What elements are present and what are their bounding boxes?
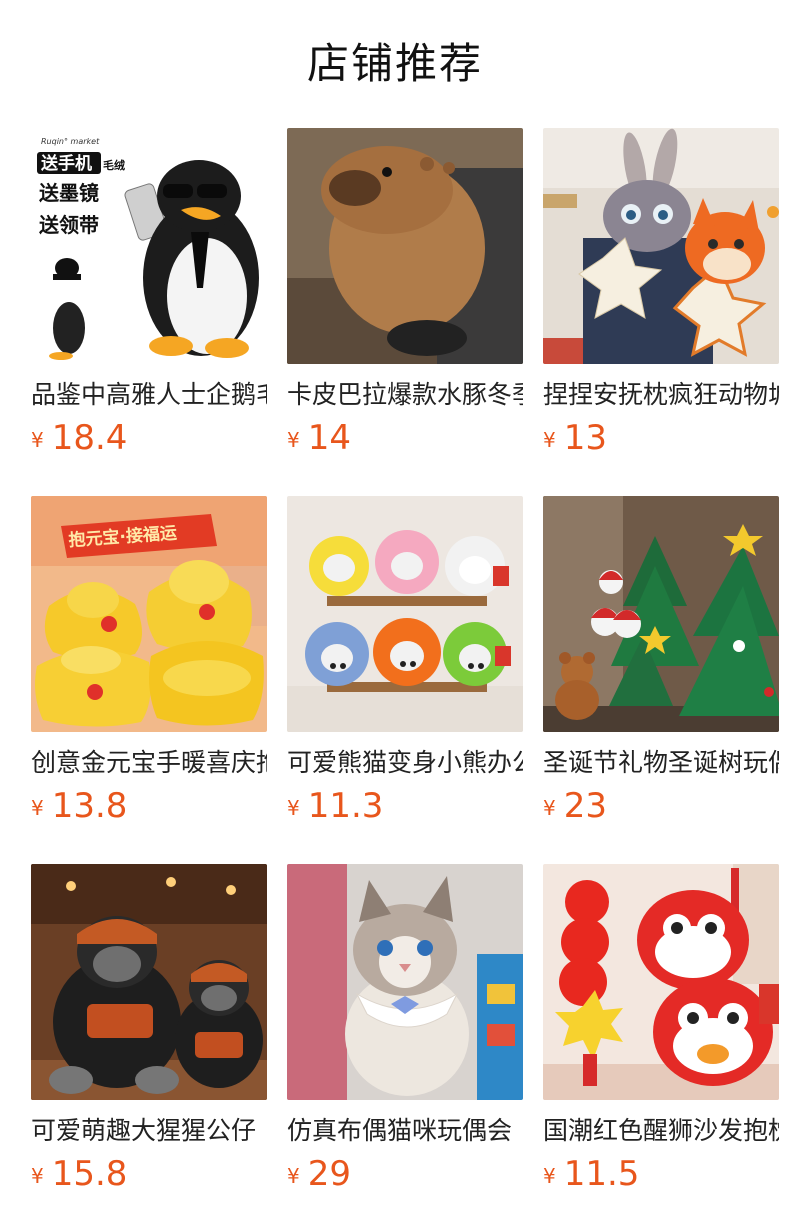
currency-symbol: ¥ (31, 1164, 44, 1188)
product-price: ¥13.8 (31, 786, 267, 832)
brand-watermark: Ruqin° market (41, 137, 100, 146)
product-card[interactable]: 可爱萌趣大猩猩公仔 ¥15.8 (31, 864, 267, 1232)
price-value: 14 (307, 418, 351, 458)
product-name[interactable]: 品鉴中高雅人士企鹅毛绒 (31, 378, 267, 412)
product-card[interactable]: 卡皮巴拉爆款水豚冬季 ¥14 (287, 128, 523, 496)
product-price: ¥14 (287, 418, 523, 464)
currency-symbol: ¥ (543, 796, 556, 820)
price-value: 13.8 (51, 786, 128, 826)
product-name[interactable]: 捏捏安抚枕疯狂动物城 (543, 378, 779, 412)
currency-symbol: ¥ (287, 428, 300, 452)
currency-symbol: ¥ (287, 1164, 300, 1188)
currency-symbol: ¥ (287, 796, 300, 820)
product-image[interactable] (287, 496, 523, 732)
product-name[interactable]: 仿真布偶猫咪玩偶会 (287, 1114, 523, 1148)
promo-tag: 毛绒 (103, 158, 125, 172)
promo-line-2: 送墨镜 (39, 181, 99, 205)
product-image[interactable] (543, 496, 779, 732)
product-image[interactable] (543, 864, 779, 1100)
product-image[interactable] (31, 864, 267, 1100)
product-price: ¥13 (543, 418, 779, 464)
currency-symbol: ¥ (543, 1164, 556, 1188)
product-price: ¥11.5 (543, 1154, 779, 1200)
currency-symbol: ¥ (31, 796, 44, 820)
product-image[interactable] (287, 864, 523, 1100)
product-grid: Ruqin° market 送手机 毛绒 送墨镜 送领带 品鉴中高雅人士企鹅 ¥… (31, 128, 780, 1232)
price-value: 11.5 (563, 1154, 640, 1194)
product-card[interactable]: Ruqin° market 送手机 毛绒 送墨镜 送领带 品鉴中高雅人士企鹅 ¥… (31, 128, 267, 496)
product-name[interactable]: 可爱萌趣大猩猩公仔 (31, 1114, 267, 1148)
price-value: 11.3 (307, 786, 384, 826)
product-name[interactable]: 创意金元宝手暖喜庆抱枕 (31, 746, 267, 780)
product-price: ¥11.3 (287, 786, 523, 832)
product-name[interactable]: 可爱熊猫变身小熊办公 (287, 746, 523, 780)
product-price: ¥23 (543, 786, 779, 832)
currency-symbol: ¥ (543, 428, 556, 452)
product-card[interactable]: 圣诞节礼物圣诞树玩偶 ¥23 (543, 496, 779, 864)
product-price: ¥18.4 (31, 418, 267, 464)
price-value: 29 (307, 1154, 351, 1194)
page-title: 店铺推荐 (306, 39, 483, 88)
product-name[interactable]: 卡皮巴拉爆款水豚冬季 (287, 378, 523, 412)
promo-line-3: 送领带 (39, 213, 99, 237)
store-recommendations-page: 店铺推荐 Ruqin° market 送手机 毛绒 送墨镜 送领带 品鉴中高雅人… (0, 0, 790, 1232)
product-image[interactable]: 抱元宝·接福运 (31, 496, 267, 732)
product-price: ¥15.8 (31, 1154, 267, 1200)
price-value: 23 (563, 786, 607, 826)
product-card[interactable]: 捏捏安抚枕疯狂动物城 ¥13 (543, 128, 779, 496)
product-name[interactable]: 圣诞节礼物圣诞树玩偶 (543, 746, 779, 780)
product-image[interactable] (287, 128, 523, 364)
product-name[interactable]: 国潮红色醒狮沙发抱枕 (543, 1114, 779, 1148)
product-image[interactable] (543, 128, 779, 364)
product-price: ¥29 (287, 1154, 523, 1200)
promo-line-1: 送手机 (41, 153, 92, 174)
product-card[interactable]: 仿真布偶猫咪玩偶会 ¥29 (287, 864, 523, 1232)
product-card[interactable]: 可爱熊猫变身小熊办公 ¥11.3 (287, 496, 523, 864)
product-image[interactable]: Ruqin° market 送手机 毛绒 送墨镜 送领带 (31, 128, 267, 364)
product-card[interactable]: 抱元宝·接福运 创意金元宝手暖喜庆抱枕 ¥13.8 (31, 496, 267, 864)
product-card[interactable]: 国潮红色醒狮沙发抱枕 ¥11.5 (543, 864, 779, 1232)
price-value: 15.8 (51, 1154, 128, 1194)
price-value: 13 (563, 418, 607, 458)
currency-symbol: ¥ (31, 428, 44, 452)
price-value: 18.4 (51, 418, 128, 458)
